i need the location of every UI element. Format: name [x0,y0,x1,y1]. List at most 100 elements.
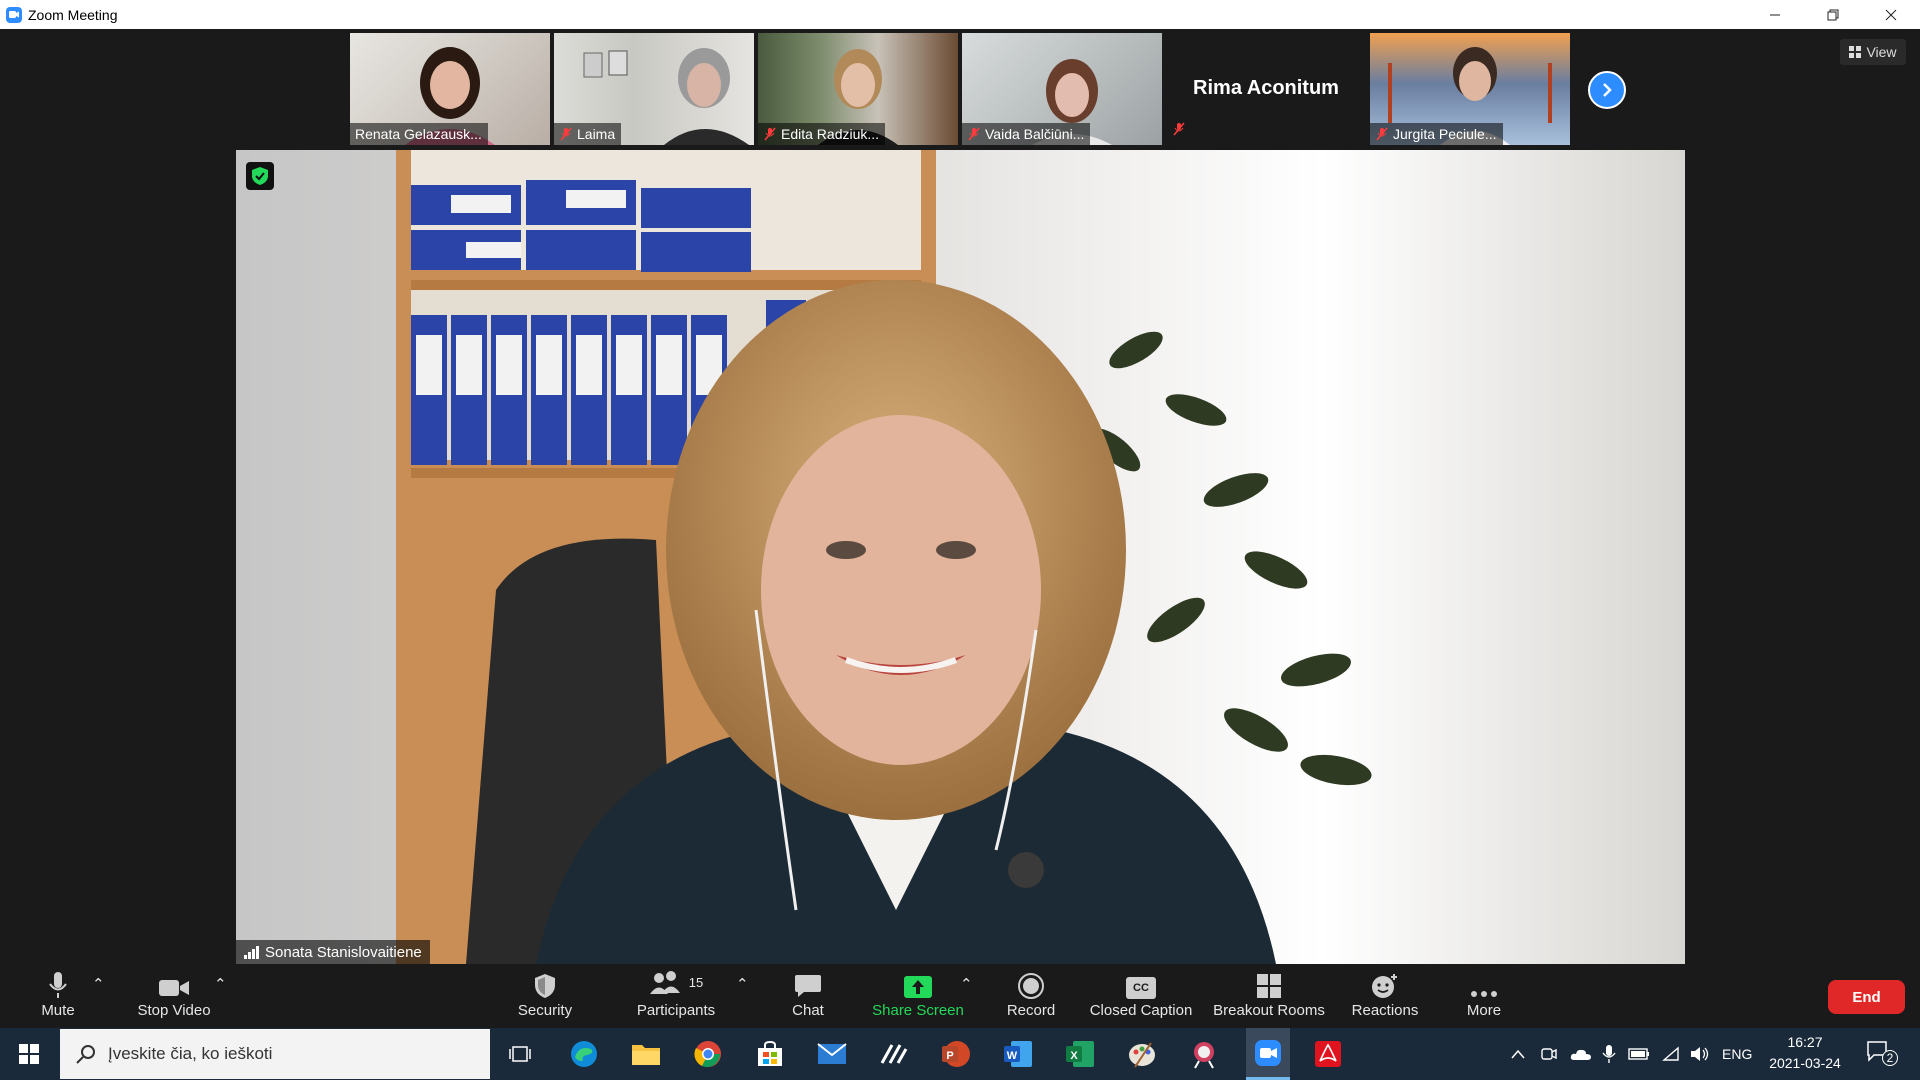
participants-button[interactable]: 15 Participants [630,965,722,1028]
participant-display-name: Rima Aconitum [1193,77,1339,99]
reactions-button[interactable]: Reactions [1348,965,1422,1028]
signal-strength-icon [244,946,259,959]
windows-taskbar: Įveskite čia, ko ieškoti P W X ENG 16:27… [0,1028,1920,1080]
participant-name: Edita Radziuk... [758,123,886,145]
stop-video-button[interactable]: Stop Video [128,965,220,1028]
clock-time: 16:27 [1787,1034,1823,1050]
participant-thumbnail[interactable]: Edita Radziuk... [758,33,958,145]
mail-icon[interactable] [814,1036,850,1072]
task-view-icon[interactable] [502,1036,538,1072]
window-title-bar: Zoom Meeting [0,0,1920,29]
svg-text:X: X [1070,1050,1078,1062]
record-button[interactable]: Record [1000,965,1062,1028]
chat-button[interactable]: Chat [782,965,834,1028]
minimize-button[interactable] [1746,0,1804,29]
svg-text:P: P [946,1050,953,1062]
notification-center-button[interactable]: 2 [1866,1040,1898,1068]
file-explorer-icon[interactable] [628,1036,664,1072]
chat-bubble-icon [795,975,821,997]
participant-thumbnail[interactable]: Rima Aconitum [1166,33,1366,145]
participants-options-caret[interactable]: ⌃ [736,975,749,993]
stop-video-label: Stop Video [137,1002,211,1019]
closed-caption-button[interactable]: CC Closed Caption [1086,965,1196,1028]
restore-button[interactable] [1804,0,1862,29]
store-icon[interactable] [752,1036,788,1072]
notification-count: 2 [1882,1050,1898,1066]
speaker-video-frame [236,150,1685,964]
video-camera-icon [159,980,189,996]
participants-label: Participants [636,1002,716,1019]
view-button[interactable]: View [1840,39,1906,65]
security-button[interactable]: Security [508,965,582,1028]
volume-icon[interactable] [1690,1046,1710,1062]
snip-tool-icon[interactable] [1186,1036,1222,1072]
muted-mic-icon [560,127,572,141]
language-indicator[interactable]: ENG [1722,1046,1752,1062]
svg-text:W: W [1007,1050,1018,1062]
speaker-name-label: Sonata Stanislovaitiene [236,940,430,964]
acrobat-icon[interactable] [1310,1036,1346,1072]
edge-browser-icon[interactable] [566,1036,602,1072]
participant-thumbnail[interactable]: Vaida Balčiūni... [962,33,1162,145]
muted-mic-icon [1376,127,1388,141]
wifi-icon[interactable] [1662,1046,1680,1062]
meet-now-icon[interactable] [1540,1045,1558,1063]
taskbar-clock[interactable]: 16:27 2021-03-24 [1760,1032,1850,1074]
mute-label: Mute [41,1002,75,1019]
battery-icon[interactable] [1628,1048,1650,1060]
start-button[interactable] [0,1028,58,1080]
record-icon [1018,973,1044,999]
meeting-area: Renata Gelazausk... Laima Edita Radziuk.… [0,29,1920,965]
share-options-caret[interactable]: ⌃ [960,975,973,993]
participant-thumbnail[interactable]: Jurgita Peciule... [1370,33,1570,145]
video-options-caret[interactable]: ⌃ [214,975,227,993]
more-button[interactable]: More [1458,965,1510,1028]
smiley-icon [1372,974,1397,998]
audio-options-caret[interactable]: ⌃ [92,975,105,993]
taskbar-search-box[interactable]: Įveskite čia, ko ieškoti [60,1029,490,1079]
tray-expand-icon[interactable] [1510,1049,1526,1059]
chevron-right-icon [1603,83,1612,97]
view-label: View [1866,44,1897,60]
shield-icon [535,974,555,998]
pen-app-icon[interactable] [876,1036,912,1072]
tray-microphone-icon[interactable] [1602,1044,1616,1064]
search-placeholder: Įveskite čia, ko ieškoti [108,1044,273,1063]
word-icon[interactable]: W [1000,1036,1036,1072]
share-screen-label: Share Screen [872,1002,964,1019]
participant-name: Renata Gelazausk... [350,123,488,145]
participants-count: 15 [688,974,704,990]
participant-name: Jurgita Peciule... [1370,123,1503,145]
powerpoint-icon[interactable]: P [938,1036,974,1072]
breakout-rooms-label: Breakout Rooms [1213,1002,1325,1019]
close-window-button[interactable] [1862,0,1920,29]
share-screen-button[interactable]: Share Screen [868,965,968,1028]
more-dots-icon [1471,991,1497,997]
closed-caption-label: Closed Caption [1089,1002,1193,1019]
windows-logo-icon [19,1044,39,1064]
onedrive-cloud-icon[interactable] [1570,1047,1592,1061]
security-shield-icon [246,162,274,190]
next-page-button[interactable] [1588,71,1626,109]
mute-button[interactable]: Mute [22,965,94,1028]
excel-icon[interactable]: X [1062,1036,1098,1072]
participant-name: Laima [554,123,622,145]
meeting-toolbar: Mute ⌃ Stop Video ⌃ Security 15 Particip… [0,965,1920,1028]
more-label: More [1466,1002,1502,1019]
zoom-taskbar-icon[interactable] [1246,1028,1290,1080]
reactions-label: Reactions [1351,1002,1419,1019]
participant-thumbnail[interactable]: Laima [554,33,754,145]
chrome-icon[interactable] [690,1036,726,1072]
clock-date: 2021-03-24 [1769,1055,1841,1071]
paint-icon[interactable] [1124,1036,1160,1072]
chat-label: Chat [792,1002,824,1019]
window-title: Zoom Meeting [28,6,118,23]
gallery-strip: Renata Gelazausk... Laima Edita Radziuk.… [350,33,1570,145]
participant-thumbnail[interactable]: Renata Gelazausk... [350,33,550,145]
security-label: Security [517,1002,573,1019]
breakout-rooms-icon [1257,974,1281,998]
muted-mic-icon [968,127,980,141]
active-speaker-video[interactable]: Sonata Stanislovaitiene [236,150,1685,964]
breakout-rooms-button[interactable]: Breakout Rooms [1210,965,1328,1028]
end-meeting-button[interactable]: End [1828,980,1905,1014]
